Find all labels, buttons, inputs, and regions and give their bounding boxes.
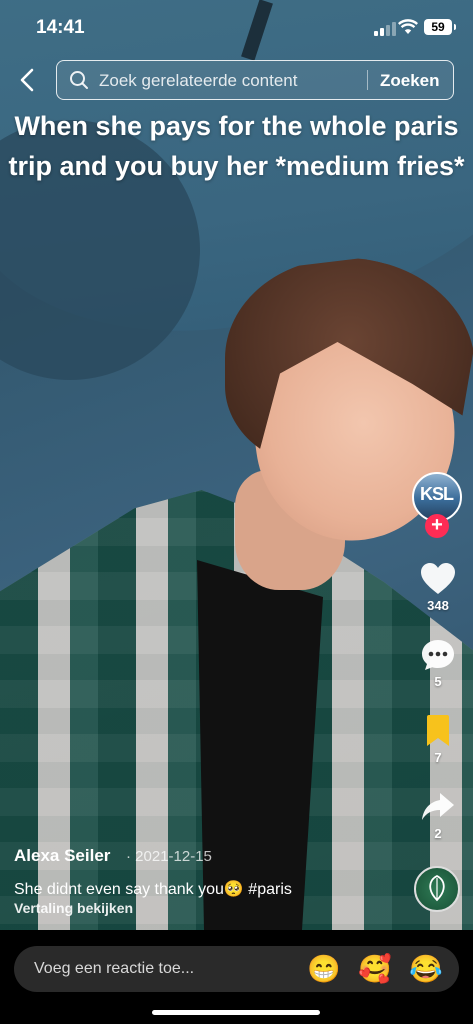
back-arrow-icon[interactable] xyxy=(14,64,42,96)
search-icon xyxy=(70,71,88,89)
video-text-overlay: When she pays for the whole paris trip a… xyxy=(0,106,473,186)
emoji-grin-button[interactable]: 😁 xyxy=(307,954,341,984)
comment-bubble-icon xyxy=(422,640,454,670)
wifi-icon xyxy=(398,19,418,34)
comment-button[interactable]: 5 xyxy=(410,638,466,689)
search-divider xyxy=(367,70,368,90)
status-time: 14:41 xyxy=(36,17,85,38)
like-count: 348 xyxy=(427,598,449,613)
share-count: 2 xyxy=(434,826,442,841)
bookmark-icon xyxy=(427,715,449,746)
heart-icon xyxy=(421,563,455,594)
emoji-laugh-button[interactable]: 😂 xyxy=(409,954,443,984)
home-indicator xyxy=(152,1010,320,1015)
avatar-logo-text: KSL xyxy=(420,484,454,504)
author-name[interactable]: Alexa Seiler xyxy=(14,846,110,866)
leaf-logo-icon xyxy=(429,874,445,902)
cellular-signal-icon xyxy=(374,22,396,36)
like-button[interactable]: 348 xyxy=(410,562,466,613)
save-count: 7 xyxy=(434,750,442,765)
battery-indicator: 59 xyxy=(424,19,456,35)
creator-avatar-group[interactable]: KSL + xyxy=(410,472,466,542)
comment-input[interactable]: Voeg een reactie toe... 😁 🥰 😂 xyxy=(14,946,459,992)
share-button[interactable]: 2 xyxy=(410,790,466,841)
translate-link[interactable]: Vertaling bekijken xyxy=(14,900,133,916)
follow-button[interactable]: + xyxy=(425,514,449,538)
comment-placeholder[interactable]: Voeg een reactie toe... xyxy=(34,960,194,978)
search-button[interactable]: Zoeken xyxy=(380,71,440,91)
save-button[interactable]: 7 xyxy=(410,714,466,765)
share-arrow-icon xyxy=(422,793,454,820)
comment-count: 5 xyxy=(434,674,442,689)
music-disc-icon[interactable] xyxy=(414,866,460,912)
search-placeholder[interactable]: Zoek gerelateerde content xyxy=(99,71,297,91)
overlay-caption-text: When she pays for the whole paris trip a… xyxy=(8,111,465,181)
emoji-hearts-button[interactable]: 🥰 xyxy=(358,954,392,984)
post-date: · 2021-12-15 xyxy=(126,848,212,865)
search-bar[interactable]: Zoek gerelateerde content Zoeken xyxy=(56,60,454,100)
post-description[interactable]: She didnt even say thank you🥺 #paris xyxy=(14,879,292,899)
status-bar: 14:41 59 xyxy=(0,0,473,56)
bottom-bar: Voeg een reactie toe... 😁 🥰 😂 xyxy=(0,930,473,1024)
